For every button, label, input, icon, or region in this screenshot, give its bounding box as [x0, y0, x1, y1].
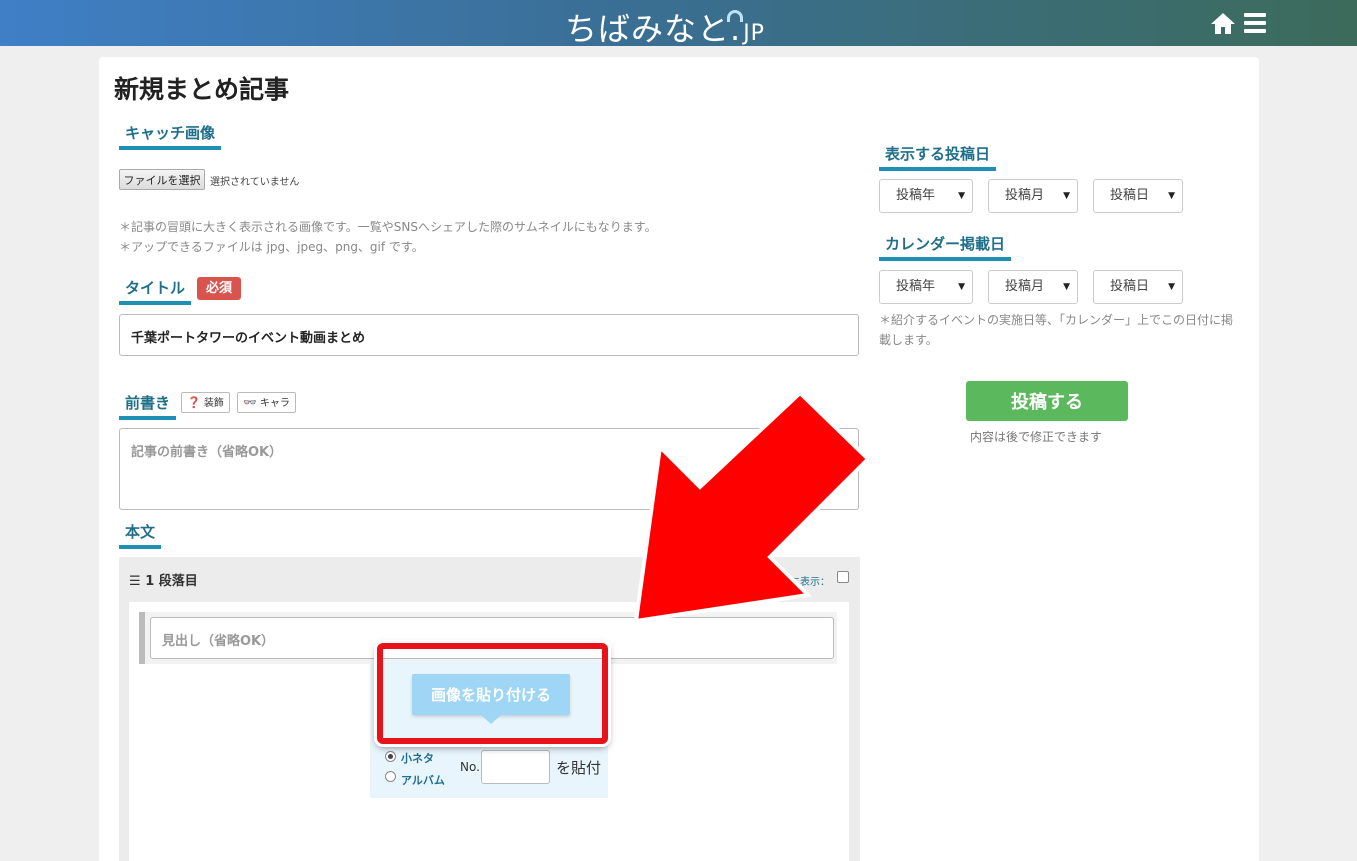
logo-text: ちばみなと.	[565, 10, 742, 48]
calendar-year-select[interactable]: 投稿年 ▼	[879, 270, 973, 304]
glasses-icon: 👓	[243, 396, 257, 409]
submit-button[interactable]: 投稿する	[966, 381, 1128, 421]
hamburger-menu-icon[interactable]	[1244, 13, 1266, 33]
submit-note: 内容は後で修正できます	[970, 430, 1103, 444]
question-circle-icon: ❓	[187, 396, 201, 409]
radio-album-label: アルバム	[401, 774, 445, 787]
number-label: No.	[460, 760, 480, 774]
calendar-day-select[interactable]: 投稿日 ▼	[1093, 270, 1183, 304]
section-body: 本文	[119, 521, 162, 549]
number-input[interactable]	[481, 750, 550, 784]
file-select-button[interactable]: ファイルを選択	[119, 169, 205, 190]
radio-album[interactable]	[385, 771, 396, 782]
post-month-select[interactable]: 投稿月 ▼	[988, 179, 1078, 213]
calendar-month-value: 投稿月	[1005, 279, 1045, 294]
post-year-value: 投稿年	[896, 188, 936, 203]
top-bar: ちばみなと.JP	[0, 0, 1357, 48]
paragraph-title: ☰ 1 段落目	[129, 570, 198, 589]
home-icon[interactable]	[1210, 11, 1236, 35]
list-icon: ☰	[129, 574, 141, 589]
post-day-value: 投稿日	[1110, 188, 1150, 203]
chevron-down-icon: ▼	[1063, 282, 1070, 292]
chevron-down-icon: ▼	[958, 191, 965, 201]
section-post-date: 表示する投稿日	[879, 143, 997, 171]
title-input[interactable]: 千葉ポートタワーのイベント動画まとめ	[119, 314, 859, 356]
section-title: タイトル	[119, 277, 192, 305]
paragraph-title-label: 1 段落目	[145, 574, 198, 589]
calendar-day-value: 投稿日	[1110, 279, 1150, 294]
radio-small-topic-label: 小ネタ	[401, 752, 434, 765]
calendar-year-value: 投稿年	[896, 279, 936, 294]
highlight-box	[377, 643, 608, 744]
post-year-select[interactable]: 投稿年 ▼	[879, 179, 973, 213]
catch-image-note-1: ＊記事の冒頭に大きく表示される画像です。一覧やSNSへシェアした際のサムネイルに…	[119, 220, 657, 234]
character-button[interactable]: 👓 キャラ	[237, 392, 296, 413]
chevron-down-icon: ▼	[1168, 191, 1175, 201]
radio-small-topic[interactable]	[385, 751, 396, 762]
logo-drop-icon	[727, 10, 744, 22]
character-button-label: キャラ	[259, 398, 290, 409]
chevron-down-icon: ▼	[1168, 282, 1175, 292]
section-preface: 前書き	[119, 392, 177, 420]
post-day-select[interactable]: 投稿日 ▼	[1093, 179, 1183, 213]
catch-image-note-2: ＊アップできるファイルは jpg、jpeg、png、gif です。	[119, 240, 424, 254]
decoration-button-label: 装飾	[203, 398, 224, 409]
calendar-month-select[interactable]: 投稿月 ▼	[988, 270, 1078, 304]
calendar-note: ＊紹介するイベントの実施日等、「カレンダー」上でこの日付に掲載します。	[879, 313, 1234, 347]
site-logo[interactable]: ちばみなと.JP	[565, 4, 765, 50]
paste-suffix-label: を貼付	[556, 759, 602, 777]
file-status-text: 選択されていません	[210, 177, 300, 188]
logo-suffix: JP	[743, 21, 765, 46]
annotation-arrow-icon	[633, 390, 871, 624]
chevron-down-icon: ▼	[1063, 191, 1070, 201]
page-title: 新規まとめ記事	[114, 75, 290, 104]
required-badge: 必須	[197, 277, 241, 300]
section-catch-image: キャッチ画像	[119, 122, 222, 150]
chevron-down-icon: ▼	[958, 282, 965, 292]
post-month-value: 投稿月	[1005, 188, 1045, 203]
decoration-button[interactable]: ❓ 装飾	[181, 392, 230, 413]
section-calendar-date: カレンダー掲載日	[879, 233, 1012, 261]
